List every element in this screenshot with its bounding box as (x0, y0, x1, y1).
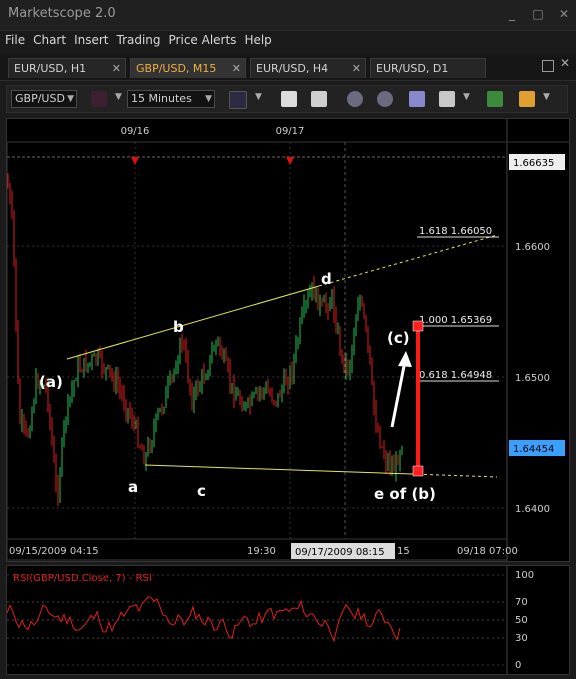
user-icon[interactable] (347, 91, 363, 107)
wave-label-b: b (173, 318, 184, 336)
time-label: 09/15/2009 04:15 (9, 546, 99, 557)
rsi-line (6, 596, 401, 643)
wave-label-a: a (128, 478, 138, 496)
rsi-level-label: 100 (515, 570, 534, 581)
chevron-down-icon[interactable]: ▼ (115, 92, 122, 102)
cursor-icon[interactable] (409, 91, 425, 107)
pencil-icon[interactable] (519, 91, 535, 107)
close-tab-icon[interactable]: ✕ (352, 59, 361, 78)
user-add-icon[interactable] (377, 91, 393, 107)
day-marker-icon (131, 157, 139, 165)
tab-eurusd-h4[interactable]: EUR/USD, H4 ✕ (250, 58, 366, 78)
menu-bar: File Chart Insert Trading Price Alerts Help (0, 31, 576, 51)
menu-file[interactable]: File (2, 31, 28, 49)
menu-insert[interactable]: Insert (71, 31, 111, 49)
wave-label-c: c (197, 482, 206, 500)
symbol-select[interactable]: GBP/USD ▼ (11, 90, 77, 108)
date-label: 09/16 (121, 126, 150, 137)
rsi-level-label: 50 (515, 615, 528, 626)
chevron-down-icon[interactable]: ▼ (255, 92, 262, 102)
app-title: Marketscope 2.0 (8, 6, 116, 21)
price-tick: 1.6400 (515, 504, 550, 515)
tab-eurusd-d1[interactable]: EUR/USD, D1 (370, 58, 486, 78)
up-arrow-icon (398, 351, 412, 367)
close-icon[interactable]: ✕ (556, 6, 572, 22)
chart-type-icon[interactable] (229, 91, 247, 109)
layout-icon[interactable] (281, 91, 297, 107)
tab-label: GBP/USD, M15 (136, 62, 217, 75)
crosshair-time-label: 09/17/2009 08:15 (295, 547, 385, 558)
chevron-down-icon[interactable]: ▼ (543, 92, 550, 102)
close-tab-icon[interactable]: ✕ (232, 59, 241, 78)
rsi-title: RSI(GBP/USD.Close, 7) - RSI (13, 573, 152, 584)
rsi-level-label: 30 (515, 633, 528, 644)
link-icon[interactable] (91, 91, 107, 107)
price-chart-canvas: 09/16 09/17 1.618 1.66050 1.000 1.65369 … (6, 119, 569, 561)
rsi-level-label: 0 (515, 660, 521, 671)
tab-label: EUR/USD, H1 (14, 62, 87, 75)
minimize-icon[interactable]: _ (504, 6, 520, 22)
chevron-down-icon[interactable]: ▼ (463, 92, 470, 102)
chevron-down-icon: ▼ (205, 94, 212, 104)
symbol-value: GBP/USD (15, 92, 65, 105)
menu-price-alerts[interactable]: Price Alerts (166, 31, 240, 49)
projection-handle-bottom[interactable] (412, 465, 424, 477)
tab-label: EUR/USD, H4 (256, 62, 329, 75)
timeframe-select[interactable]: 15 Minutes ▼ (127, 90, 215, 108)
date-label: 09/17 (276, 126, 305, 137)
fib-label: 1.618 1.66050 (419, 226, 492, 237)
upper-trendline-extension (318, 234, 498, 287)
current-price-label: 1.64454 (513, 444, 554, 455)
upper-trendline (66, 285, 320, 360)
crosshair-icon[interactable] (439, 91, 455, 107)
time-label: 09/18 07:00 (457, 546, 518, 557)
fit-icon[interactable] (487, 91, 503, 107)
day-marker-icon (286, 157, 294, 165)
arrow-shaft (390, 360, 407, 428)
rsi-canvas: RSI(GBP/USD.Close, 7) - RSI 100 70 50 30… (6, 566, 534, 674)
rsi-panel[interactable]: RSI(GBP/USD.Close, 7) - RSI 100 70 50 30… (6, 565, 570, 675)
tab-gbpusd-m15[interactable]: GBP/USD, M15 ✕ (130, 58, 246, 78)
price-tick: 1.6600 (515, 242, 550, 253)
close-chart-icon[interactable]: ✕ (560, 56, 570, 70)
tab-eurusd-h1[interactable]: EUR/USD, H1 ✕ (8, 58, 126, 78)
chart-tabs: EUR/USD, H1 ✕ GBP/USD, M15 ✕ EUR/USD, H4 ✕ … (0, 54, 576, 81)
menu-chart[interactable]: Chart (30, 31, 69, 49)
candlestick-series (7, 173, 403, 507)
projection-handle-top[interactable] (412, 320, 424, 332)
wave-label-d: d (321, 270, 332, 288)
price-tick: 1.6500 (515, 373, 550, 384)
wave-label-c-major: (c) (387, 329, 410, 347)
ab-icon[interactable] (311, 91, 327, 107)
price-chart[interactable]: 09/16 09/17 1.618 1.66050 1.000 1.65369 … (6, 118, 570, 562)
title-bar: Marketscope 2.0 _ □ ✕ (0, 0, 576, 31)
close-tab-icon[interactable]: ✕ (112, 59, 121, 78)
top-price-label: 1.66635 (513, 158, 554, 169)
menu-trading[interactable]: Trading (114, 31, 164, 49)
restore-window-icon[interactable] (542, 60, 554, 72)
wave-label-e-of-b: e of (b) (374, 485, 436, 503)
time-label: 19:30 (247, 546, 276, 557)
time-label: 15 (397, 546, 410, 557)
wave-label-a-major: (a) (39, 373, 63, 391)
chevron-down-icon: ▼ (67, 94, 74, 104)
maximize-icon[interactable]: □ (530, 6, 546, 22)
lower-trendline (144, 464, 413, 475)
rsi-level-label: 70 (515, 597, 528, 608)
fib-label: 0.618 1.64948 (419, 370, 492, 381)
fib-label: 1.000 1.65369 (419, 315, 492, 326)
menu-help[interactable]: Help (241, 31, 274, 49)
timeframe-value: 15 Minutes (131, 92, 192, 105)
chart-toolbar: GBP/USD ▼ ▼ 15 Minutes ▼ ▼ ▼ ▼ (6, 85, 568, 113)
lower-trendline-extension (411, 473, 498, 478)
tab-label: EUR/USD, D1 (376, 62, 449, 75)
